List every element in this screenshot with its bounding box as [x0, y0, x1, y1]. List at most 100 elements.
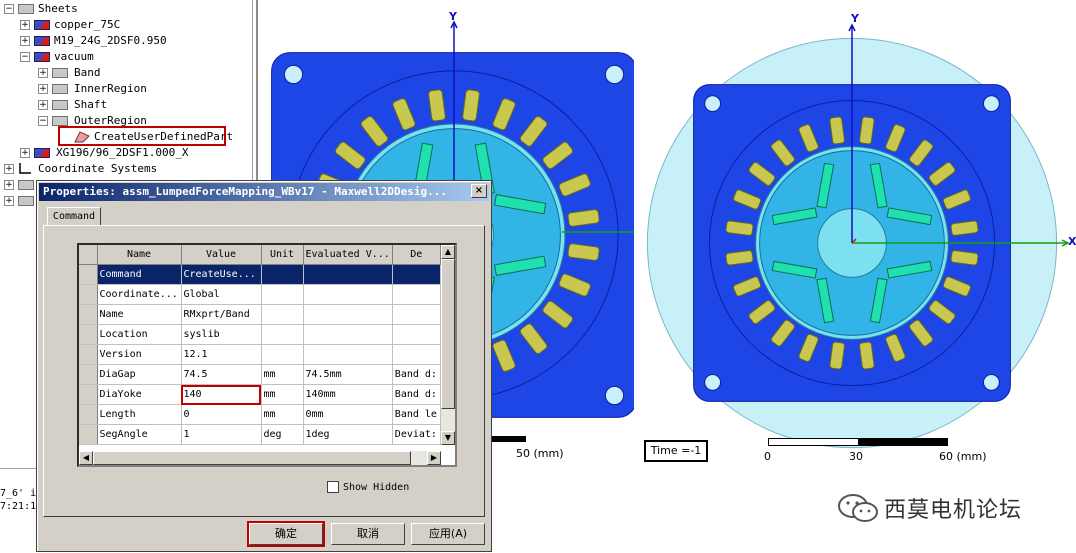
row-header[interactable] — [79, 404, 98, 425]
cell-unit — [261, 344, 304, 365]
column-header[interactable]: Value — [181, 245, 262, 265]
expand-icon[interactable]: + — [20, 36, 30, 46]
material-icon — [34, 20, 50, 30]
y-axis-label: Y — [851, 12, 859, 25]
scroll-thumb[interactable] — [93, 451, 411, 465]
cell-name: Length — [97, 404, 182, 425]
expand-icon[interactable]: + — [38, 100, 48, 110]
message-console: 7_6' i 7:21:1 — [0, 468, 40, 553]
close-icon[interactable]: × — [471, 184, 487, 198]
row-header[interactable] — [79, 304, 98, 325]
watermark: 西莫电机论坛 — [836, 490, 1068, 526]
table-row[interactable]: Command CreateUse... — [79, 264, 441, 285]
collapse-icon[interactable]: − — [38, 116, 48, 126]
cell-name: DiaGap — [97, 364, 182, 385]
cell-value[interactable]: syslib — [181, 324, 262, 345]
scale-bar — [768, 438, 948, 446]
show-hidden-checkbox[interactable]: Show Hidden — [327, 481, 409, 493]
properties-grid[interactable]: Name Value Unit Evaluated V... De Comman… — [77, 243, 457, 467]
column-header[interactable]: Unit — [261, 245, 304, 265]
cell-unit — [261, 264, 304, 285]
sheet-icon — [52, 84, 68, 94]
cell-desc — [392, 344, 441, 365]
table-row[interactable]: Length 0 mm 0mm Band le — [79, 404, 441, 425]
expand-icon[interactable]: + — [4, 180, 14, 190]
row-header[interactable] — [79, 384, 98, 405]
cell-value[interactable]: Global — [181, 284, 262, 305]
scroll-left-icon[interactable]: ◀ — [79, 451, 93, 465]
sheet-icon — [18, 4, 34, 14]
model-viewport-right[interactable]: Y X — [640, 0, 1076, 470]
scroll-thumb[interactable] — [441, 259, 455, 409]
scroll-down-icon[interactable]: ▼ — [441, 431, 455, 445]
cell-evaluated — [303, 284, 393, 305]
cell-value[interactable]: CreateUse... — [181, 264, 262, 285]
axis-icon — [19, 163, 31, 174]
table-row[interactable]: Location syslib — [79, 324, 441, 345]
expand-icon[interactable]: + — [20, 20, 30, 30]
cell-value[interactable]: RMxprt/Band — [181, 304, 262, 325]
expand-icon[interactable]: + — [38, 84, 48, 94]
cell-unit: mm — [261, 384, 304, 405]
cell-name: Location — [97, 324, 182, 345]
wechat-icon — [838, 494, 878, 522]
row-header[interactable] — [79, 324, 98, 345]
dialog-title[interactable]: Properties: assm_LumpedForceMapping_WBv1… — [39, 183, 489, 201]
scroll-up-icon[interactable]: ▲ — [441, 245, 455, 259]
scroll-right-icon[interactable]: ▶ — [427, 451, 441, 465]
table-row[interactable]: DiaYoke 140 mm 140mm Band d: — [79, 384, 441, 405]
cell-unit — [261, 284, 304, 305]
cell-name: SegAngle — [97, 424, 182, 445]
cell-unit: mm — [261, 404, 304, 425]
table-row[interactable]: Coordinate... Global — [79, 284, 441, 305]
cell-evaluated — [303, 304, 393, 325]
checkbox-icon[interactable] — [327, 481, 339, 493]
cell-value[interactable]: 140 — [181, 384, 262, 405]
row-header[interactable] — [79, 264, 98, 285]
cancel-button[interactable]: 取消 — [331, 523, 405, 545]
cell-desc: Band d: — [392, 364, 441, 385]
scale-bar — [492, 436, 526, 442]
material-icon — [34, 36, 50, 46]
ok-button[interactable]: 确定 — [247, 521, 325, 547]
x-axis-label: X — [1068, 235, 1076, 248]
column-header[interactable]: Name — [97, 245, 182, 265]
row-header[interactable] — [79, 284, 98, 305]
row-header[interactable] — [79, 364, 98, 385]
vertical-scrollbar[interactable]: ▲ ▼ — [441, 245, 455, 445]
table-row[interactable]: DiaGap 74.5 mm 74.5mm Band d: — [79, 364, 441, 385]
cell-value[interactable]: 74.5 — [181, 364, 262, 385]
cell-evaluated: 74.5mm — [303, 364, 393, 385]
properties-table: Name Value Unit Evaluated V... De Comman… — [79, 245, 441, 445]
cell-name: DiaYoke — [97, 384, 182, 405]
cell-name: Coordinate... — [97, 284, 182, 305]
row-header[interactable] — [79, 424, 98, 445]
cell-value[interactable]: 12.1 — [181, 344, 262, 365]
collapse-icon[interactable]: − — [20, 52, 30, 62]
cell-evaluated — [303, 344, 393, 365]
table-row[interactable]: Name RMxprt/Band — [79, 304, 441, 325]
mount-hole — [982, 373, 1000, 391]
console-line: 7_6' i — [0, 488, 37, 499]
cell-evaluated: 140mm — [303, 384, 393, 405]
apply-button[interactable]: 应用(A) — [411, 523, 485, 545]
list-icon — [18, 196, 34, 206]
expand-icon[interactable]: + — [4, 164, 14, 174]
table-row[interactable]: SegAngle 1 deg 1deg Deviat: — [79, 424, 441, 445]
column-header[interactable]: Evaluated V... — [303, 245, 393, 265]
expand-icon[interactable]: + — [20, 148, 30, 158]
table-header: Name Value Unit Evaluated V... De — [79, 245, 441, 265]
time-indicator: Time =-1 — [644, 440, 708, 462]
expand-icon[interactable]: + — [4, 196, 14, 206]
horizontal-scrollbar[interactable]: ◀ ▶ — [79, 451, 441, 465]
cell-value[interactable]: 0 — [181, 404, 262, 425]
tab-command[interactable]: Command — [47, 207, 101, 226]
cell-value[interactable]: 1 — [181, 424, 262, 445]
properties-dialog: Properties: assm_LumpedForceMapping_WBv1… — [36, 180, 492, 552]
collapse-icon[interactable]: − — [4, 4, 14, 14]
row-header[interactable] — [79, 344, 98, 365]
column-header[interactable]: De — [392, 245, 441, 265]
mount-hole — [704, 95, 722, 113]
expand-icon[interactable]: + — [38, 68, 48, 78]
table-row[interactable]: Version 12.1 — [79, 344, 441, 365]
